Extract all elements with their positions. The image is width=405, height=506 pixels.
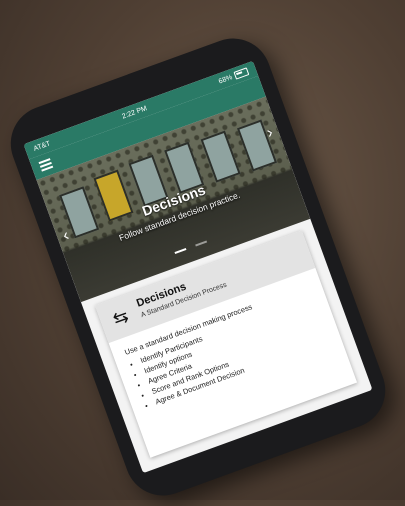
carrier-label: AT&T [32,139,52,153]
battery-percent: 68% [217,73,234,85]
battery-icon [233,67,250,80]
phone: AT&T 2:22 PM 68% ‹ Decisions Follow stan… [0,27,396,506]
hamburger-menu-icon[interactable] [38,158,54,172]
carousel-dot[interactable] [195,240,208,247]
signpost-icon: ⇆ [110,305,132,330]
carousel-dot[interactable] [174,248,187,255]
phone-screen: AT&T 2:22 PM 68% ‹ Decisions Follow stan… [23,60,373,474]
